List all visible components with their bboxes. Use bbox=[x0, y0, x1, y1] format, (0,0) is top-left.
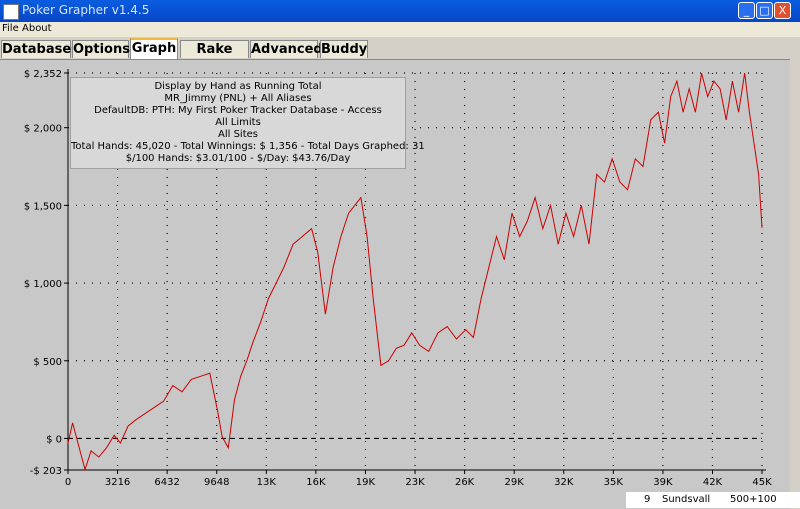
info-player: MR_Jimmy (PNL) + All Aliases bbox=[164, 93, 312, 104]
x-tick-label: 13K bbox=[257, 477, 277, 488]
info-database: DefaultDB: PTH: My First Poker Tracker D… bbox=[94, 105, 382, 116]
x-tick-label: 9648 bbox=[204, 477, 229, 488]
info-rates: $/100 Hands: $3.01/100 - $/Day: $43.76/D… bbox=[125, 153, 351, 164]
list-row-value: 500+100 bbox=[730, 494, 777, 505]
background-list-row: 9 Sundsvall 500+100 bbox=[626, 492, 800, 508]
y-tick-label: $ 1,000 bbox=[24, 279, 62, 290]
menu-about[interactable]: About bbox=[22, 23, 52, 34]
x-tick-label: 16K bbox=[306, 477, 326, 488]
tab-bar: Databases Options Graph Rake Calc Advanc… bbox=[0, 38, 800, 75]
app-icon bbox=[3, 4, 19, 20]
y-tick-label: $ 0 bbox=[46, 434, 62, 445]
window-edge bbox=[790, 59, 800, 508]
minimize-button[interactable]: _ bbox=[738, 2, 755, 19]
graph-info-box: Display by Hand as Running Total MR_Jimm… bbox=[70, 77, 425, 169]
x-tick-label: 29K bbox=[505, 477, 525, 488]
tab-options[interactable]: Options bbox=[72, 40, 130, 58]
y-tick-label: $ 1,500 bbox=[24, 201, 62, 212]
y-tick-label: $ 2,352 bbox=[24, 69, 62, 80]
tab-rake-calc[interactable]: Rake Calc bbox=[180, 40, 249, 75]
x-tick-label: 6432 bbox=[154, 477, 179, 488]
menu-bar: File About bbox=[0, 22, 800, 37]
list-row-number: 9 bbox=[644, 494, 651, 505]
x-tick-label: 42K bbox=[703, 477, 723, 488]
x-tick-label: 35K bbox=[604, 477, 624, 488]
y-tick-label: $ 2,000 bbox=[24, 124, 62, 135]
info-sites: All Sites bbox=[218, 129, 258, 140]
x-tick-label: 0 bbox=[65, 477, 71, 488]
x-tick-label: 45K bbox=[752, 477, 772, 488]
x-tick-label: 19K bbox=[356, 477, 376, 488]
info-display-mode: Display by Hand as Running Total bbox=[154, 81, 322, 92]
menu-file[interactable]: File bbox=[2, 23, 19, 34]
tab-databases[interactable]: Databases bbox=[1, 40, 79, 58]
x-tick-label: 3216 bbox=[105, 477, 130, 488]
y-tick-label: -$ 203 bbox=[30, 466, 62, 477]
y-tick-label: $ 500 bbox=[33, 357, 62, 368]
close-button[interactable]: X bbox=[774, 2, 791, 19]
x-tick-label: 39K bbox=[653, 477, 673, 488]
info-limits: All Limits bbox=[215, 117, 261, 128]
x-tick-label: 23K bbox=[405, 477, 425, 488]
tab-advanced[interactable]: Advanced bbox=[250, 40, 323, 58]
window-title: Poker Grapher v1.4.5 bbox=[22, 3, 150, 17]
tab-buddy[interactable]: Buddy bbox=[320, 40, 368, 58]
list-row-name: Sundsvall bbox=[662, 494, 711, 505]
maximize-button[interactable]: □ bbox=[756, 2, 773, 19]
info-totals: Total Hands: 45,020 - Total Winnings: $ … bbox=[71, 141, 425, 152]
window-titlebar: Poker Grapher v1.4.5 _ □ X bbox=[0, 0, 800, 22]
tab-graph[interactable]: Graph bbox=[130, 38, 178, 59]
x-tick-label: 32K bbox=[554, 477, 574, 488]
x-tick-label: 26K bbox=[455, 477, 475, 488]
